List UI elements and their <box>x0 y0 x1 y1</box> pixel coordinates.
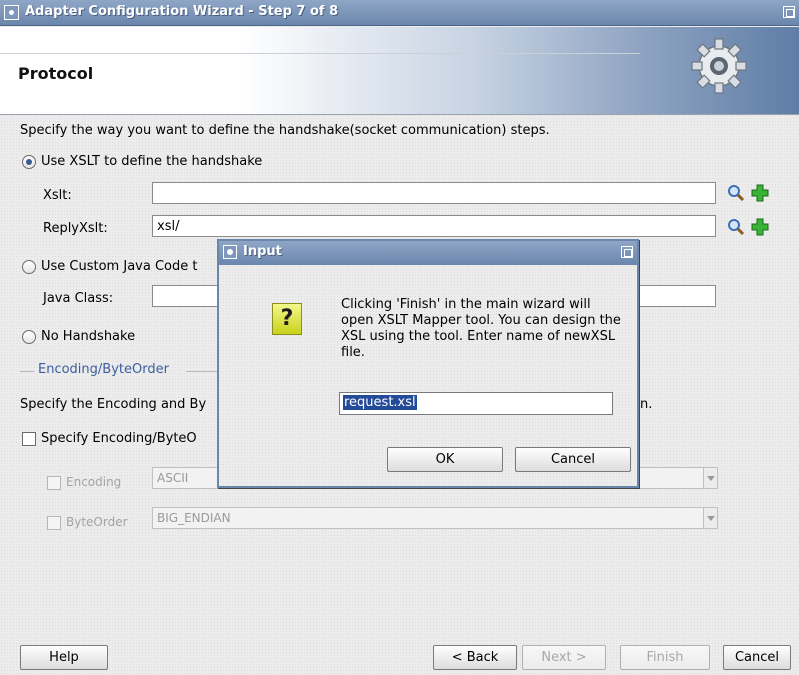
xslt-add-icon[interactable] <box>750 183 770 203</box>
dialog-title-bar[interactable]: Input <box>219 241 637 265</box>
xslt-search-icon[interactable] <box>726 183 746 203</box>
byteorder-option: ByteOrder <box>47 515 128 530</box>
encoding-value: ASCII <box>157 471 189 485</box>
header-divider <box>0 53 640 54</box>
no-handshake-option[interactable]: No Handshake <box>22 329 135 344</box>
page-description: Specify the way you want to define the h… <box>20 123 550 138</box>
wizard-window: Adapter Configuration Wizard - Step 7 of… <box>0 0 799 675</box>
question-icon: ? <box>272 303 302 335</box>
reply-xslt-search-icon[interactable] <box>726 217 746 237</box>
encoding-section-label: Encoding/ByteOrder <box>38 362 169 377</box>
window-title: Adapter Configuration Wizard - Step 7 of… <box>25 4 339 19</box>
window-menu-icon[interactable] <box>4 5 19 20</box>
ok-button[interactable]: OK <box>387 447 503 472</box>
page-title: Protocol <box>18 64 94 83</box>
maximize-icon[interactable] <box>621 246 633 258</box>
encoding-checkbox <box>47 475 61 490</box>
chevron-down-icon <box>703 508 717 528</box>
byteorder-checkbox <box>47 515 61 530</box>
custom-java-option[interactable]: Use Custom Java Code t <box>22 259 197 274</box>
maximize-icon[interactable] <box>783 6 795 18</box>
back-button[interactable]: < Back <box>433 645 517 670</box>
dialog-cancel-button[interactable]: Cancel <box>515 447 631 472</box>
next-button: Next > <box>522 645 606 670</box>
xslt-radio[interactable] <box>22 154 36 169</box>
xslt-option-label: Use XSLT to define the handshake <box>41 154 263 169</box>
byteorder-label: ByteOrder <box>66 515 128 529</box>
reply-xslt-input[interactable] <box>152 215 716 237</box>
input-dialog: Input ? Clicking 'Finish' in the main wi… <box>217 239 639 488</box>
specify-encoding-option[interactable]: Specify Encoding/ByteO <box>22 431 197 446</box>
no-handshake-label: No Handshake <box>41 329 136 344</box>
dialog-menu-icon[interactable] <box>223 245 237 259</box>
section-divider <box>186 371 218 372</box>
byteorder-value: BIG_ENDIAN <box>157 511 231 525</box>
xslt-label: Xslt: <box>43 188 72 203</box>
gear-icon <box>691 38 747 94</box>
reply-xslt-add-icon[interactable] <box>750 217 770 237</box>
cancel-button[interactable]: Cancel <box>723 645 791 670</box>
encoding-description: Specify the Encoding and By <box>20 397 207 412</box>
specify-encoding-checkbox[interactable] <box>22 431 36 446</box>
title-bar[interactable]: Adapter Configuration Wizard - Step 7 of… <box>0 0 799 26</box>
no-handshake-radio[interactable] <box>22 329 36 344</box>
wizard-header: Protocol <box>0 27 799 115</box>
encoding-description-tail: n. <box>640 397 653 412</box>
byteorder-combo: BIG_ENDIAN <box>152 507 718 529</box>
custom-java-option-label: Use Custom Java Code t <box>41 259 198 274</box>
xslt-option[interactable]: Use XSLT to define the handshake <box>22 154 262 169</box>
xslt-input[interactable] <box>152 182 716 204</box>
finish-button: Finish <box>620 645 710 670</box>
chevron-down-icon <box>703 468 717 488</box>
encoding-label: Encoding <box>66 475 122 489</box>
java-class-label: Java Class: <box>43 291 114 306</box>
custom-java-radio[interactable] <box>22 259 36 274</box>
dialog-message: Clicking 'Finish' in the main wizard wil… <box>341 297 621 360</box>
dialog-title: Input <box>243 244 282 259</box>
section-divider <box>20 371 34 372</box>
help-button[interactable]: Help <box>20 645 108 670</box>
encoding-option: Encoding <box>47 475 121 490</box>
reply-xslt-label: ReplyXslt: <box>43 221 108 236</box>
xsl-filename-input[interactable]: request.xsl <box>339 392 613 415</box>
xsl-filename-value: request.xsl <box>343 395 417 410</box>
specify-encoding-label: Specify Encoding/ByteO <box>41 431 197 446</box>
